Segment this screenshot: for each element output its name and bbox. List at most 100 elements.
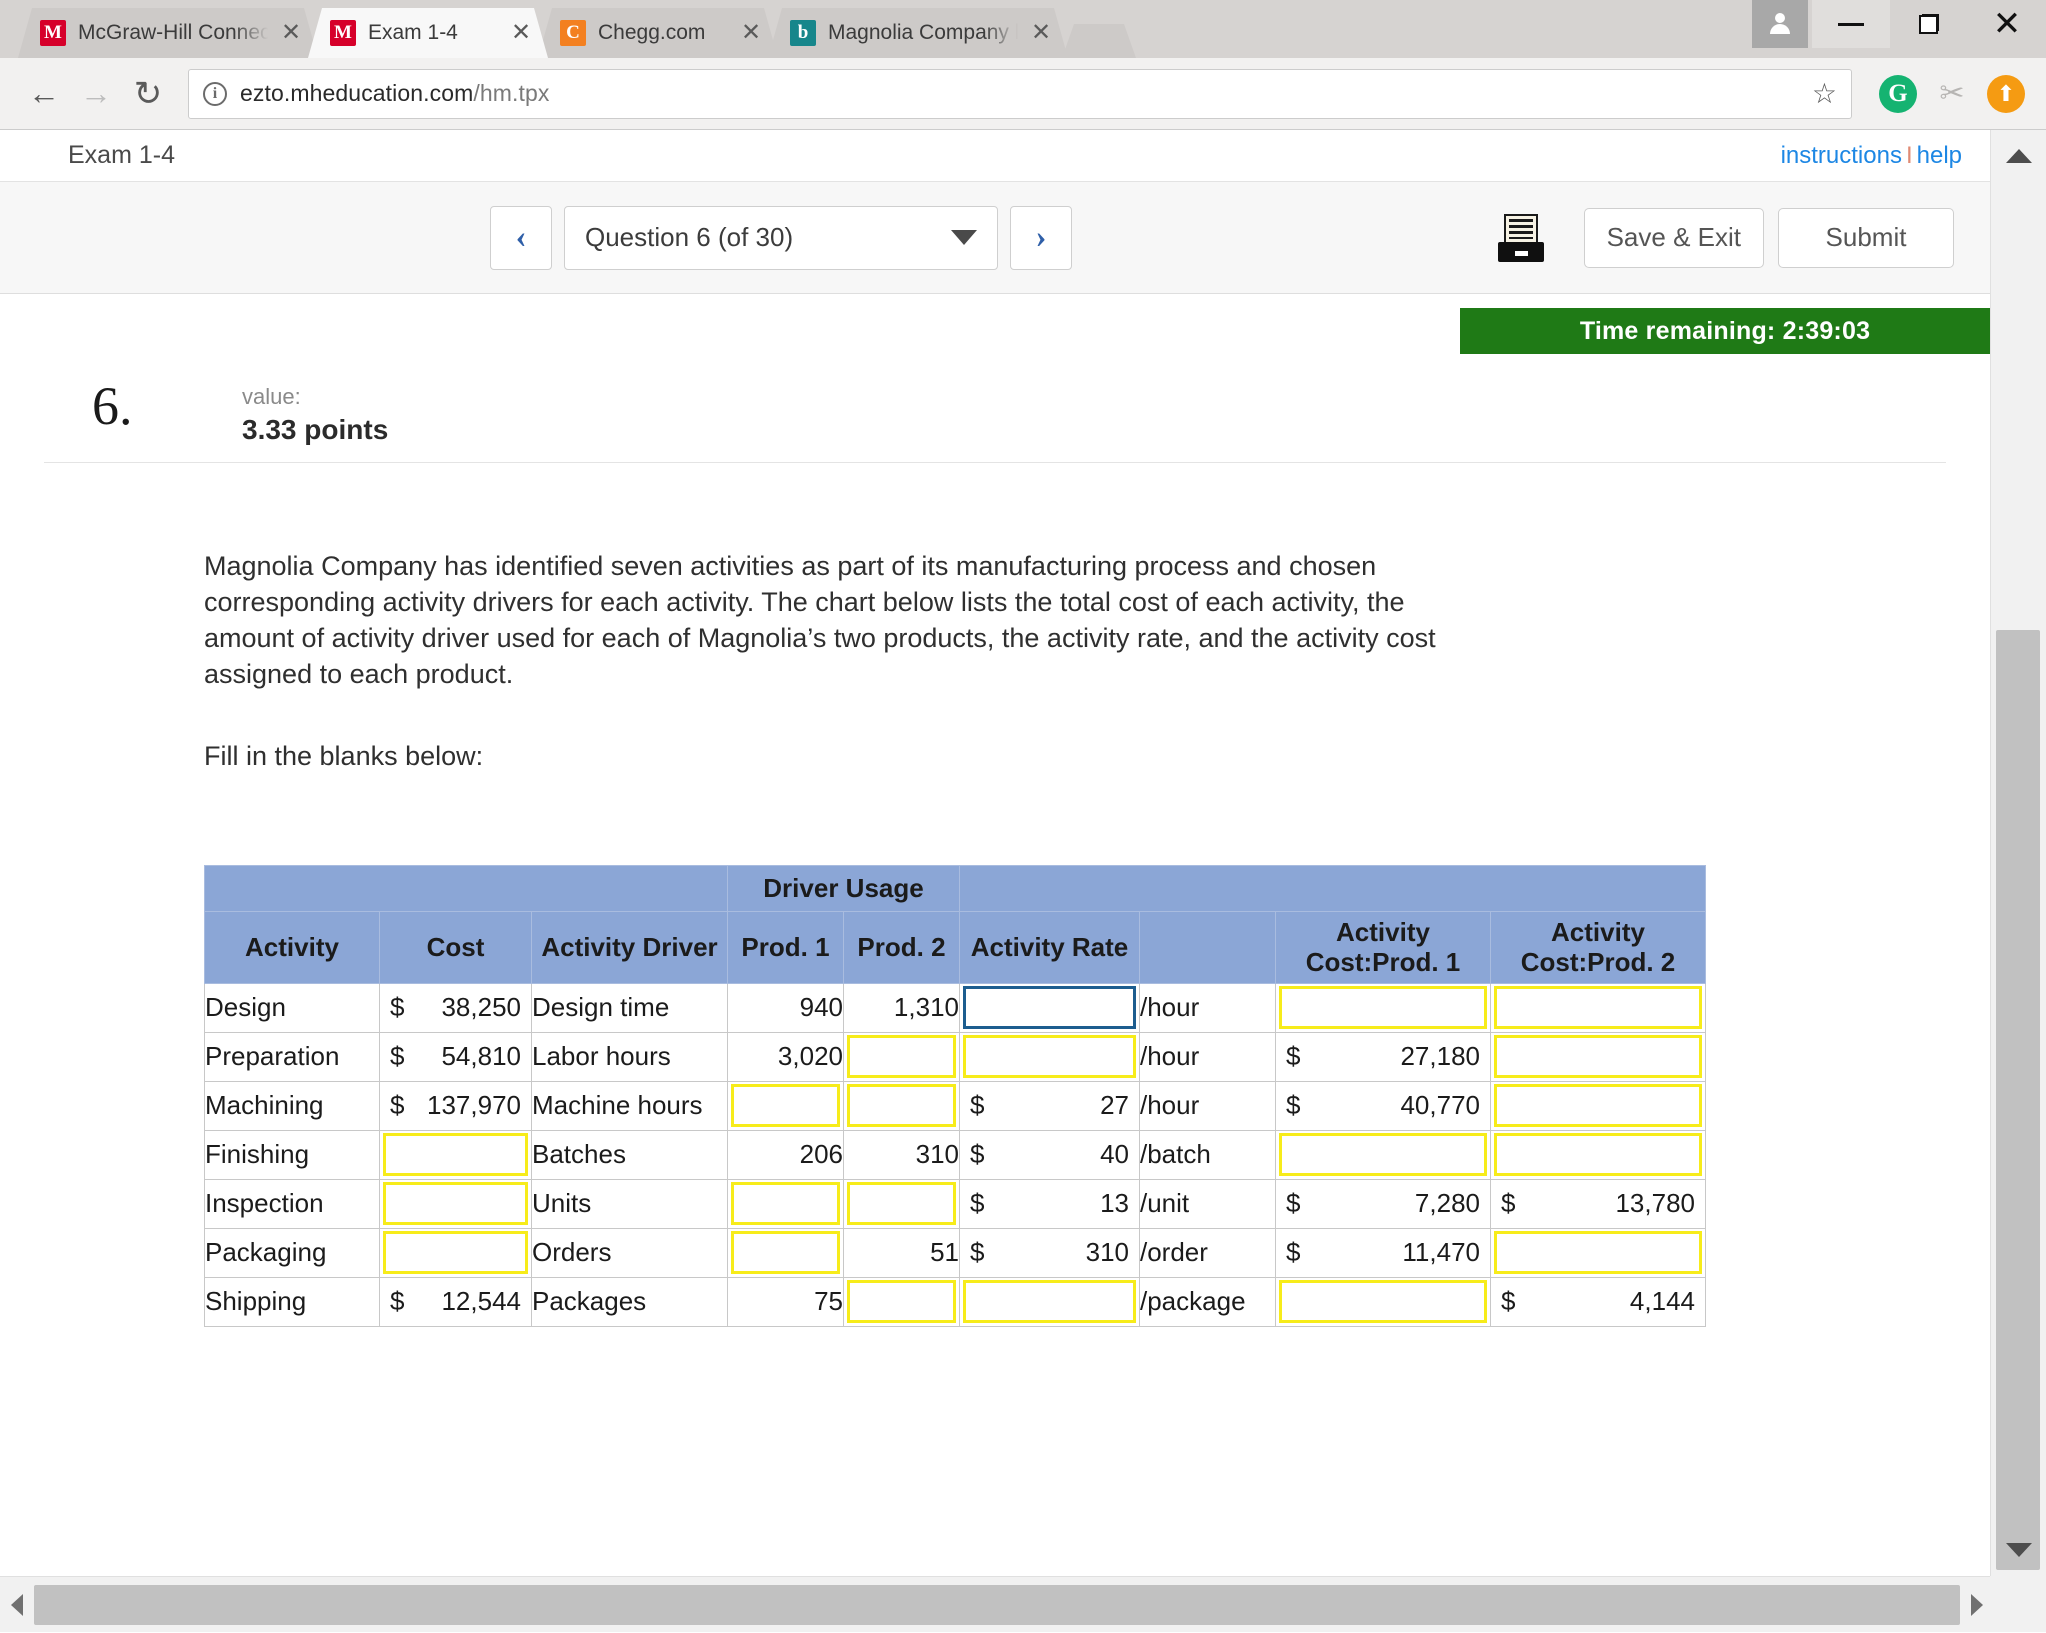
cell-activity-cost-prod2-input[interactable] — [1494, 986, 1702, 1030]
cell-activity-cost-prod2-input[interactable] — [1494, 1084, 1702, 1128]
cell-rate-unit: /batch — [1139, 1129, 1276, 1180]
instructions-link[interactable]: instructions — [1781, 142, 1902, 169]
cell-prod1[interactable] — [727, 1227, 844, 1278]
tab-close-icon[interactable]: ✕ — [508, 21, 534, 45]
cell-activity-rate-amount: 310 — [1085, 1237, 1129, 1268]
cell-cost-input[interactable] — [383, 1133, 528, 1177]
cell-activity-rate-input[interactable] — [963, 1035, 1136, 1079]
cell-rate-unit: /hour — [1139, 1080, 1276, 1131]
cell-cost-symbol: $ — [390, 1041, 405, 1072]
cell-cost-amount: 137,970 — [427, 1090, 521, 1121]
horizontal-scroll-thumb[interactable] — [34, 1584, 1960, 1625]
exam-help-links: instructions Ihelp — [1781, 142, 1962, 170]
cell-prod1[interactable] — [727, 1178, 844, 1229]
browser-tab[interactable]: M McGraw-Hill Connect | ✕ — [18, 8, 318, 58]
cell-activity-rate[interactable] — [959, 982, 1140, 1033]
next-question-button[interactable]: › — [1010, 205, 1072, 270]
minimize-button[interactable] — [1812, 0, 1890, 48]
tab-close-icon[interactable]: ✕ — [278, 21, 304, 45]
cell-activity-cost-prod1-input[interactable] — [1279, 1280, 1487, 1324]
scroll-right-button[interactable] — [1960, 1593, 1994, 1616]
exam-navigation-bar: ‹ Question 6 (of 30) › Save & Exit Submi… — [0, 182, 1990, 294]
back-icon[interactable]: ← — [18, 68, 70, 120]
profile-icon[interactable] — [1752, 0, 1808, 48]
grammarly-icon[interactable]: G — [1876, 72, 1920, 116]
cell-prod2[interactable] — [843, 1031, 960, 1082]
browser-tab[interactable]: C Chegg.com ✕ — [538, 8, 778, 58]
cell-activity-cost-prod2-amount: 13,780 — [1615, 1188, 1695, 1219]
cell-activity-cost-prod2[interactable] — [1490, 1080, 1706, 1131]
close-window-button[interactable]: ✕ — [1968, 0, 2046, 48]
cell-cost-amount: 12,544 — [441, 1286, 521, 1317]
scroll-left-button[interactable] — [0, 1593, 34, 1616]
cell-activity-cost-prod1[interactable] — [1275, 982, 1491, 1033]
cell-prod2-input[interactable] — [847, 1035, 956, 1079]
cell-activity-cost-prod2-input[interactable] — [1494, 1133, 1702, 1177]
cell-activity-cost-prod2[interactable] — [1490, 1031, 1706, 1082]
help-link[interactable]: help — [1917, 142, 1962, 169]
cell-activity-rate[interactable] — [959, 1031, 1140, 1082]
cell-prod1-input[interactable] — [731, 1182, 840, 1226]
cell-prod2-input[interactable] — [847, 1182, 956, 1226]
cell-prod2[interactable] — [843, 1276, 960, 1327]
cell-activity-cost-prod2-input[interactable] — [1494, 1231, 1702, 1275]
cell-activity-cost-prod2[interactable] — [1490, 982, 1706, 1033]
question-text: Magnolia Company has identified seven ac… — [204, 549, 1494, 775]
question-value: value: 3.33 points — [242, 378, 388, 446]
table-column-header: Prod. 2 — [843, 910, 960, 984]
bookmark-star-icon[interactable]: ☆ — [1812, 77, 1837, 110]
forward-icon[interactable]: → — [70, 68, 122, 120]
honey-icon[interactable]: ✂ — [1930, 72, 1974, 116]
cell-activity-cost-prod1-amount: 27,180 — [1400, 1041, 1480, 1072]
cell-activity-cost-prod1[interactable] — [1275, 1129, 1491, 1180]
cell-cost[interactable] — [379, 1178, 532, 1229]
previous-question-button[interactable]: ‹ — [490, 205, 552, 270]
browser-tab[interactable]: b Magnolia Company ha ✕ — [768, 8, 1068, 58]
question-navigator: ‹ Question 6 (of 30) › — [490, 205, 1072, 270]
cell-activity-cost-prod2[interactable] — [1490, 1129, 1706, 1180]
bing-icon: b — [790, 20, 816, 46]
submit-button[interactable]: Submit — [1778, 207, 1954, 268]
cell-prod1-input[interactable] — [731, 1084, 840, 1128]
restore-button[interactable] — [1890, 0, 1968, 48]
cell-prod1-input[interactable] — [731, 1231, 840, 1275]
cell-activity-cost-prod1[interactable] — [1275, 1276, 1491, 1327]
tab-close-icon[interactable]: ✕ — [738, 21, 764, 45]
cell-activity-cost-prod2-input[interactable] — [1494, 1035, 1702, 1079]
cell-activity-driver: Machine hours — [531, 1080, 728, 1131]
cell-activity-cost-prod1-input[interactable] — [1279, 986, 1487, 1030]
browser-tab[interactable]: M Exam 1-4 ✕ — [308, 8, 548, 58]
cell-activity-rate-input[interactable] — [963, 1280, 1136, 1324]
updater-icon[interactable]: ⬆ — [1984, 72, 2028, 116]
cell-activity-rate[interactable] — [959, 1276, 1140, 1327]
cell-cost-input[interactable] — [383, 1231, 528, 1275]
site-info-icon[interactable]: i — [203, 81, 227, 106]
cell-cost[interactable] — [379, 1129, 532, 1180]
cell-prod1: 75 — [727, 1276, 844, 1327]
cell-activity-rate-input[interactable] — [963, 986, 1136, 1030]
vertical-scroll-thumb[interactable] — [1996, 630, 2040, 1570]
address-bar[interactable]: i ezto.mheducation.com/hm.tpx ☆ — [188, 68, 1852, 119]
reload-icon[interactable]: ↻ — [122, 68, 174, 120]
tab-close-icon[interactable]: ✕ — [1028, 21, 1054, 45]
cell-cost-input[interactable] — [383, 1182, 528, 1226]
cell-prod2-input[interactable] — [847, 1084, 956, 1128]
cell-prod2[interactable] — [843, 1178, 960, 1229]
question-select[interactable]: Question 6 (of 30) — [564, 205, 998, 270]
cell-prod1[interactable] — [727, 1080, 844, 1131]
chevron-down-icon — [951, 230, 977, 245]
cell-activity-cost-prod2[interactable] — [1490, 1227, 1706, 1278]
save-and-exit-button[interactable]: Save & Exit — [1583, 207, 1764, 268]
vertical-scrollbar[interactable] — [1990, 130, 2046, 1576]
cell-prod2-input[interactable] — [847, 1280, 956, 1324]
scroll-up-button[interactable] — [1991, 130, 2046, 182]
cell-cost-amount: 38,250 — [441, 992, 521, 1023]
scroll-down-button[interactable] — [1991, 1524, 2046, 1576]
cell-rate-unit: /hour — [1139, 982, 1276, 1033]
cell-prod2[interactable] — [843, 1080, 960, 1131]
cell-cost[interactable] — [379, 1227, 532, 1278]
cell-activity-cost-prod1-input[interactable] — [1279, 1133, 1487, 1177]
new-tab-button[interactable] — [1062, 24, 1136, 58]
horizontal-scrollbar[interactable] — [0, 1576, 2046, 1632]
printer-icon[interactable] — [1497, 213, 1544, 262]
